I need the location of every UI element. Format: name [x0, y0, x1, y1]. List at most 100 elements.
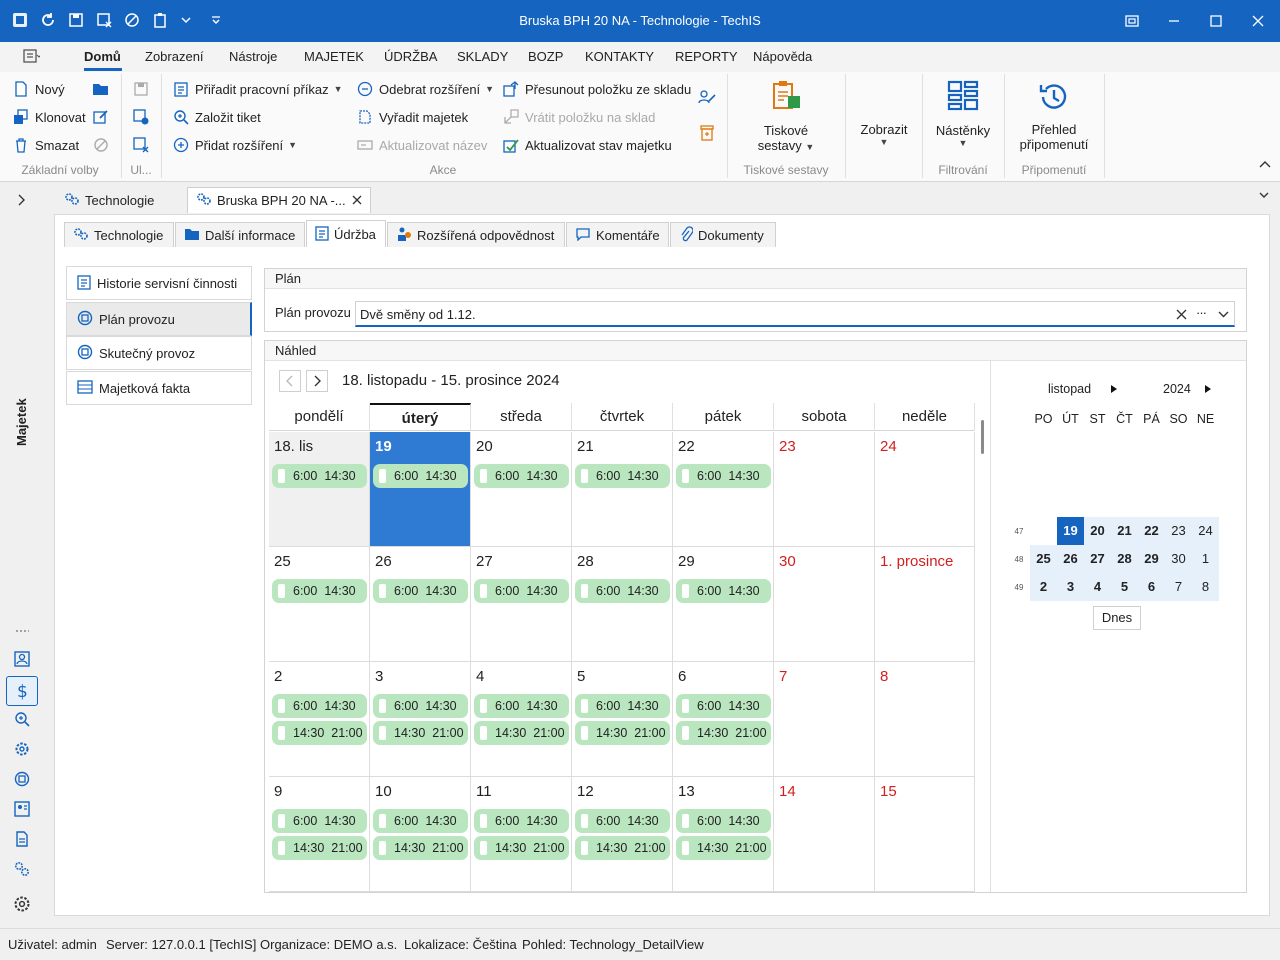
gear-icon[interactable] [12, 739, 32, 759]
calendar-day-cell[interactable]: 21 6:00 14:30 [572, 432, 673, 547]
calendar-day-cell[interactable]: 20 6:00 14:30 [471, 432, 572, 547]
shift-event[interactable]: 6:00 14:30 [272, 579, 367, 603]
mini-day[interactable]: 29 [1138, 545, 1165, 573]
mini-day[interactable]: 22 [1138, 517, 1165, 545]
calendar-day-cell[interactable]: 10 6:00 14:30 14:30 21:00 [370, 777, 471, 892]
mini-day[interactable]: 24 [1192, 517, 1219, 545]
shift-event[interactable]: 6:00 14:30 [676, 694, 771, 718]
mini-day[interactable]: 5 [1111, 573, 1138, 601]
calendar-day-cell[interactable]: 19 6:00 14:30 [370, 432, 471, 547]
new-button[interactable]: Nový [12, 80, 65, 98]
calendar-day-cell[interactable]: 26 6:00 14:30 [370, 547, 471, 662]
technology-gears-icon[interactable] [12, 859, 32, 879]
edit-button[interactable] [92, 108, 110, 126]
calendar-day-cell[interactable]: 7 [774, 662, 875, 777]
shift-event[interactable]: 14:30 21:00 [676, 721, 771, 745]
save-close-button[interactable] [132, 136, 150, 154]
shift-event[interactable]: 6:00 14:30 [575, 694, 670, 718]
calendar-day-cell[interactable]: 28 6:00 14:30 [572, 547, 673, 662]
shift-event[interactable]: 14:30 21:00 [474, 721, 569, 745]
tab-technologie[interactable]: Technologie [64, 222, 174, 247]
update-asset-state-button[interactable]: Aktualizovat stav majetku [502, 136, 672, 154]
search-zoom-icon[interactable] [12, 709, 32, 729]
shift-event[interactable]: 6:00 14:30 [474, 579, 569, 603]
shift-event[interactable]: 6:00 14:30 [676, 809, 771, 833]
contact-card-icon[interactable] [12, 649, 32, 669]
calendar-day-cell[interactable]: 24 [875, 432, 975, 547]
mini-day[interactable]: 4 [1084, 573, 1111, 601]
shift-event[interactable]: 14:30 21:00 [575, 721, 670, 745]
clear-icon[interactable] [1176, 308, 1187, 323]
print-reports-button[interactable]: Tiskové sestavy ▼ [744, 80, 828, 153]
mini-day[interactable]: 25 [1030, 545, 1057, 573]
menu-sklady[interactable]: SKLADY [457, 49, 508, 64]
create-ticket-button[interactable]: Založit tiket [172, 108, 261, 126]
shift-event[interactable]: 6:00 14:30 [373, 809, 468, 833]
shift-event[interactable]: 14:30 21:00 [272, 721, 367, 745]
decommission-asset-button[interactable]: Vyřadit majetek [356, 108, 468, 126]
calendar-day-cell[interactable]: 9 6:00 14:30 14:30 21:00 [269, 777, 370, 892]
nav-actual-operation[interactable]: Skutečný provoz [66, 336, 252, 370]
nav-asset-facts[interactable]: Majetková fakta [66, 371, 252, 405]
shift-event[interactable]: 6:00 14:30 [474, 464, 569, 488]
update-name-button[interactable]: Aktualizovat název [356, 136, 487, 154]
clone-button[interactable]: Klonovat [12, 108, 86, 126]
shift-event[interactable]: 6:00 14:30 [373, 464, 468, 488]
shift-event[interactable]: 6:00 14:30 [676, 579, 771, 603]
shift-event[interactable]: 6:00 14:30 [272, 694, 367, 718]
shift-event[interactable]: 14:30 21:00 [272, 836, 367, 860]
calendar-scrollbar[interactable] [981, 420, 984, 454]
shift-event[interactable]: 14:30 21:00 [575, 836, 670, 860]
finance-dollar-icon[interactable]: $ [6, 676, 38, 706]
mini-day[interactable]: 1 [1192, 545, 1219, 573]
remove-extension-button[interactable]: Odebrat rozšíření ▼ [356, 80, 494, 98]
collapse-ribbon-button[interactable] [1256, 156, 1274, 174]
calendar-day-cell[interactable]: 25 6:00 14:30 [269, 547, 370, 662]
tab-komentare[interactable]: Komentáře [566, 222, 669, 247]
mini-month-next-icon[interactable] [1110, 383, 1118, 397]
shift-event[interactable]: 6:00 14:30 [575, 464, 670, 488]
shift-event[interactable]: 6:00 14:30 [474, 694, 569, 718]
mini-day[interactable] [1030, 517, 1057, 545]
mini-day[interactable]: 23 [1165, 517, 1192, 545]
mini-day[interactable]: 28 [1111, 545, 1138, 573]
calendar-day-cell[interactable]: 29 6:00 14:30 [673, 547, 774, 662]
tab-dalsi-informace[interactable]: Další informace [175, 222, 305, 247]
return-item-to-warehouse-button[interactable]: Vrátit položku na sklad [502, 108, 655, 126]
mini-day[interactable]: 6 [1138, 573, 1165, 601]
mini-day[interactable]: 7 [1165, 573, 1192, 601]
mini-day[interactable]: 2 [1030, 573, 1057, 601]
mini-day[interactable]: 8 [1192, 573, 1219, 601]
settings-gear-icon[interactable] [12, 894, 32, 914]
doc-tab-technologie[interactable]: Technologie [56, 187, 162, 213]
tab-udrzba[interactable]: Údržba [306, 220, 386, 247]
calendar-day-cell[interactable]: 13 6:00 14:30 14:30 21:00 [673, 777, 774, 892]
calendar-day-cell[interactable]: 3 6:00 14:30 14:30 21:00 [370, 662, 471, 777]
more-options-icon[interactable]: ··· [1196, 305, 1207, 320]
shift-event[interactable]: 6:00 14:30 [272, 464, 367, 488]
calendar-day-cell[interactable]: 8 [875, 662, 975, 777]
tabs-overflow-chevron-icon[interactable] [1258, 189, 1270, 204]
calendar-day-cell[interactable]: 27 6:00 14:30 [471, 547, 572, 662]
menu-nastroje[interactable]: Nástroje [229, 49, 277, 64]
calendar-day-cell[interactable]: 2 6:00 14:30 14:30 21:00 [269, 662, 370, 777]
calendar-day-cell[interactable]: 11 6:00 14:30 14:30 21:00 [471, 777, 572, 892]
calendar-next-button[interactable] [306, 370, 328, 392]
expand-sidebar-button[interactable] [12, 190, 32, 210]
shift-event[interactable]: 6:00 14:30 [272, 809, 367, 833]
assign-work-order-button[interactable]: Přiřadit pracovní příkaz ▼ [172, 80, 343, 98]
mini-year-next-icon[interactable] [1204, 383, 1212, 397]
mini-day[interactable]: 3 [1057, 573, 1084, 601]
maintenance-icon[interactable] [12, 769, 32, 789]
menu-domu[interactable]: Domů [84, 49, 121, 64]
show-button[interactable]: Zobrazit ▼ [852, 122, 916, 147]
mini-day[interactable]: 21 [1111, 517, 1138, 545]
menu-majetek[interactable]: MAJETEK [304, 49, 364, 64]
delete-button[interactable]: Smazat [12, 136, 79, 154]
calendar-day-cell[interactable]: 1. prosince [875, 547, 975, 662]
reminders-overview-button[interactable]: Přehled připomenutí [1008, 80, 1100, 152]
nav-operation-plan[interactable]: Plán provozu [66, 302, 252, 336]
save-new-button[interactable] [132, 108, 150, 126]
save-disabled-button[interactable] [132, 80, 150, 98]
mini-day[interactable]: 26 [1057, 545, 1084, 573]
